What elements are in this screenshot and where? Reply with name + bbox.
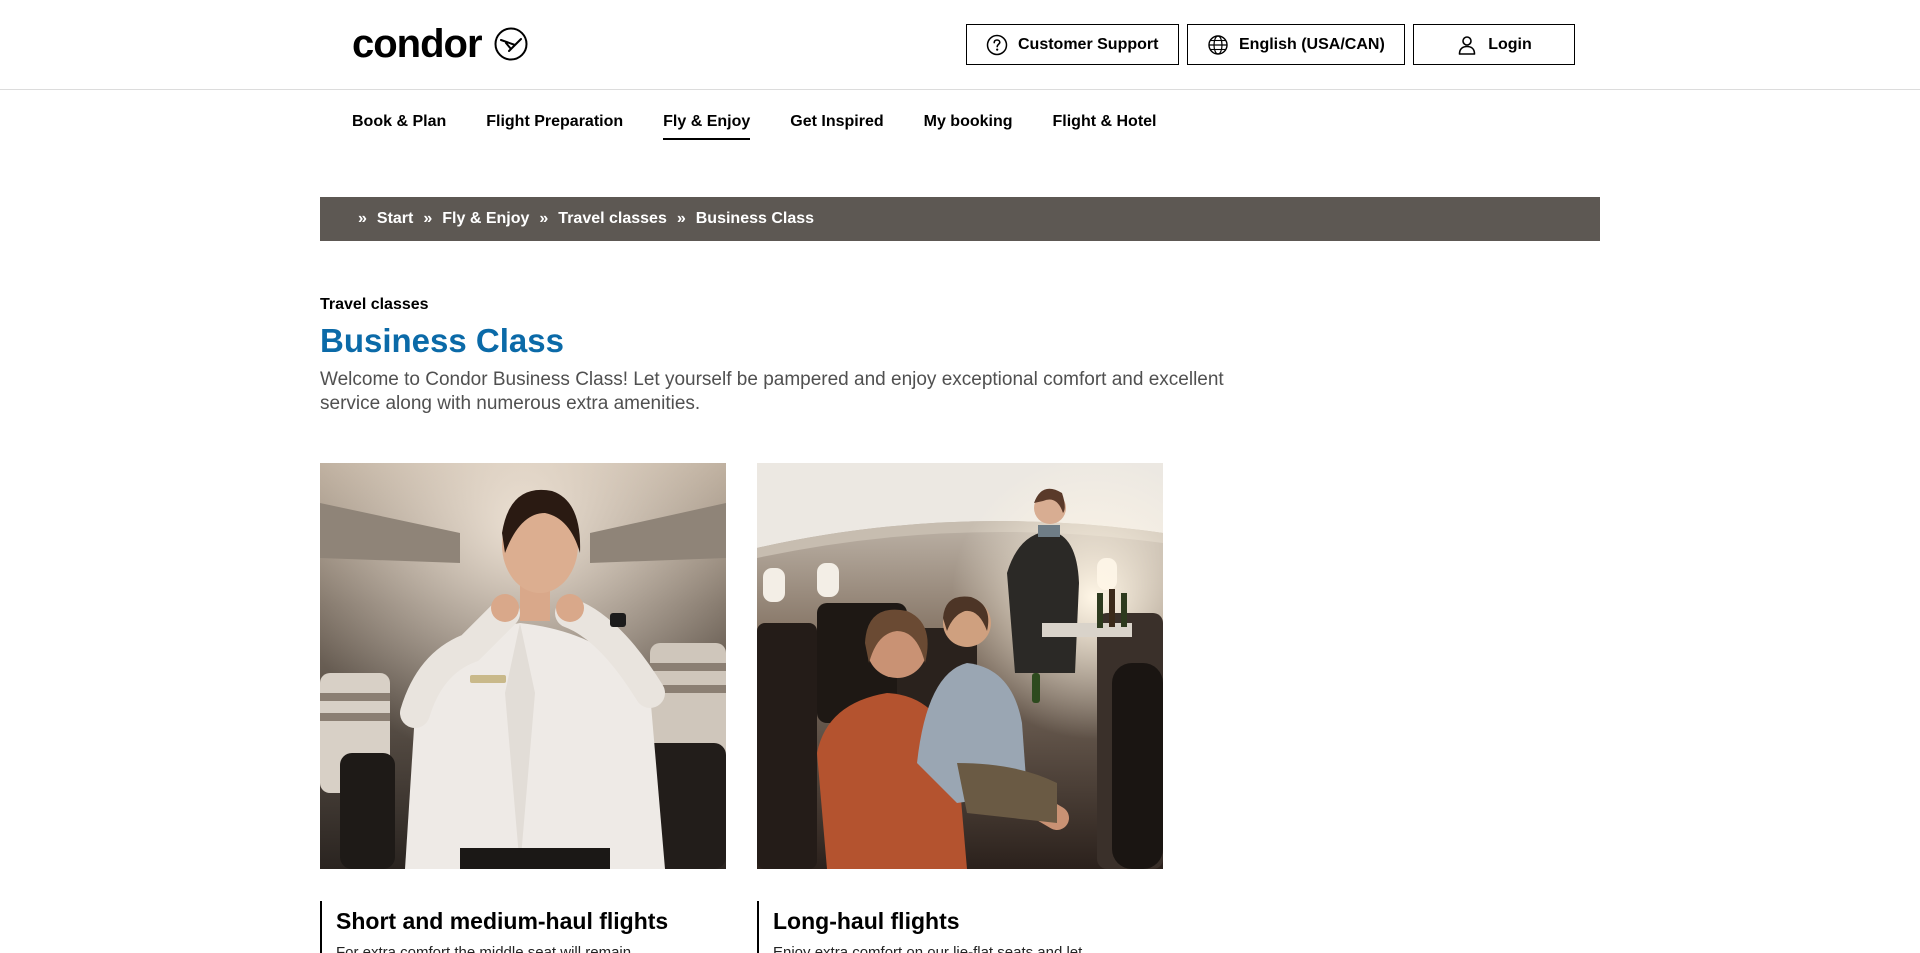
page-title: Business Class [320,322,564,359]
logo-wordmark: condor [352,22,483,66]
breadcrumb-separator: » [423,210,433,227]
card-text: For extra comfort the middle seat will r… [336,944,632,953]
flight-attendant-photo [320,463,726,869]
login-label: Login [1488,35,1532,53]
card-body: Long-haul flights Enjoy extra comfort on… [757,901,1163,953]
breadcrumb-label: Start [376,210,414,227]
language-label: English (USA/CAN) [1239,35,1385,53]
breadcrumb-label: Fly & Enjoy [442,210,530,227]
card-long-haul[interactable]: Long-haul flights Enjoy extra comfort on… [757,463,1163,953]
breadcrumb-separator: » [358,210,367,227]
card-short-medium-haul[interactable]: Short and medium-haul flights For extra … [320,463,726,953]
flight-attendant-illustration [320,463,726,869]
breadcrumb-separator: » [539,210,549,227]
card-title: Short and medium-haul flights [336,908,669,934]
customer-support-button[interactable]: Customer Support [966,24,1179,65]
condor-logo[interactable]: condor [352,22,528,66]
breadcrumb-label: Business Class [695,210,815,227]
breadcrumb-start[interactable]: » Start [358,210,413,228]
business-cabin-photo [757,463,1163,869]
breadcrumb-label: Travel classes [558,210,667,227]
card-body: Short and medium-haul flights For extra … [320,901,726,953]
globe-icon [1208,34,1228,55]
nav-book-and-plan[interactable]: Book & Plan [352,110,446,142]
intro-lead-text: Welcome to Condor Business Class! Let yo… [320,369,1224,414]
user-icon [1458,35,1476,55]
condor-bird-circle-icon [494,27,528,61]
card-text: Enjoy extra comfort on our lie-flat seat… [773,944,1083,953]
question-circle-icon [986,34,1008,55]
nav-my-booking[interactable]: My booking [924,110,1013,142]
intro-section: Travel classes Business Class Welcome to… [320,295,1240,416]
card-title: Long-haul flights [773,908,960,934]
breadcrumb: » Start » Fly & Enjoy » Travel classes »… [320,197,1600,241]
nav-get-inspired[interactable]: Get Inspired [790,110,883,142]
nav-flight-preparation[interactable]: Flight Preparation [486,110,623,142]
login-button[interactable]: Login [1413,24,1575,65]
page-kicker: Travel classes [320,296,429,313]
main-navigation: Book & Plan Flight Preparation Fly & Enj… [352,110,1197,142]
nav-fly-and-enjoy[interactable]: Fly & Enjoy [663,110,751,142]
nav-flight-and-hotel[interactable]: Flight & Hotel [1053,110,1157,142]
language-selector-button[interactable]: English (USA/CAN) [1187,24,1405,65]
breadcrumb-travel-classes[interactable]: » Travel classes [539,210,666,228]
customer-support-label: Customer Support [1018,35,1159,53]
header-actions: Customer Support English (USA/CAN) Login [966,24,1575,65]
breadcrumb-separator: » [676,210,686,227]
business-cabin-illustration [757,463,1163,869]
site-header: condor Customer Support English (USA/CAN… [0,0,1920,90]
breadcrumb-business-class-current: » Business Class [677,210,814,228]
breadcrumb-fly-and-enjoy[interactable]: » Fly & Enjoy [423,210,529,228]
